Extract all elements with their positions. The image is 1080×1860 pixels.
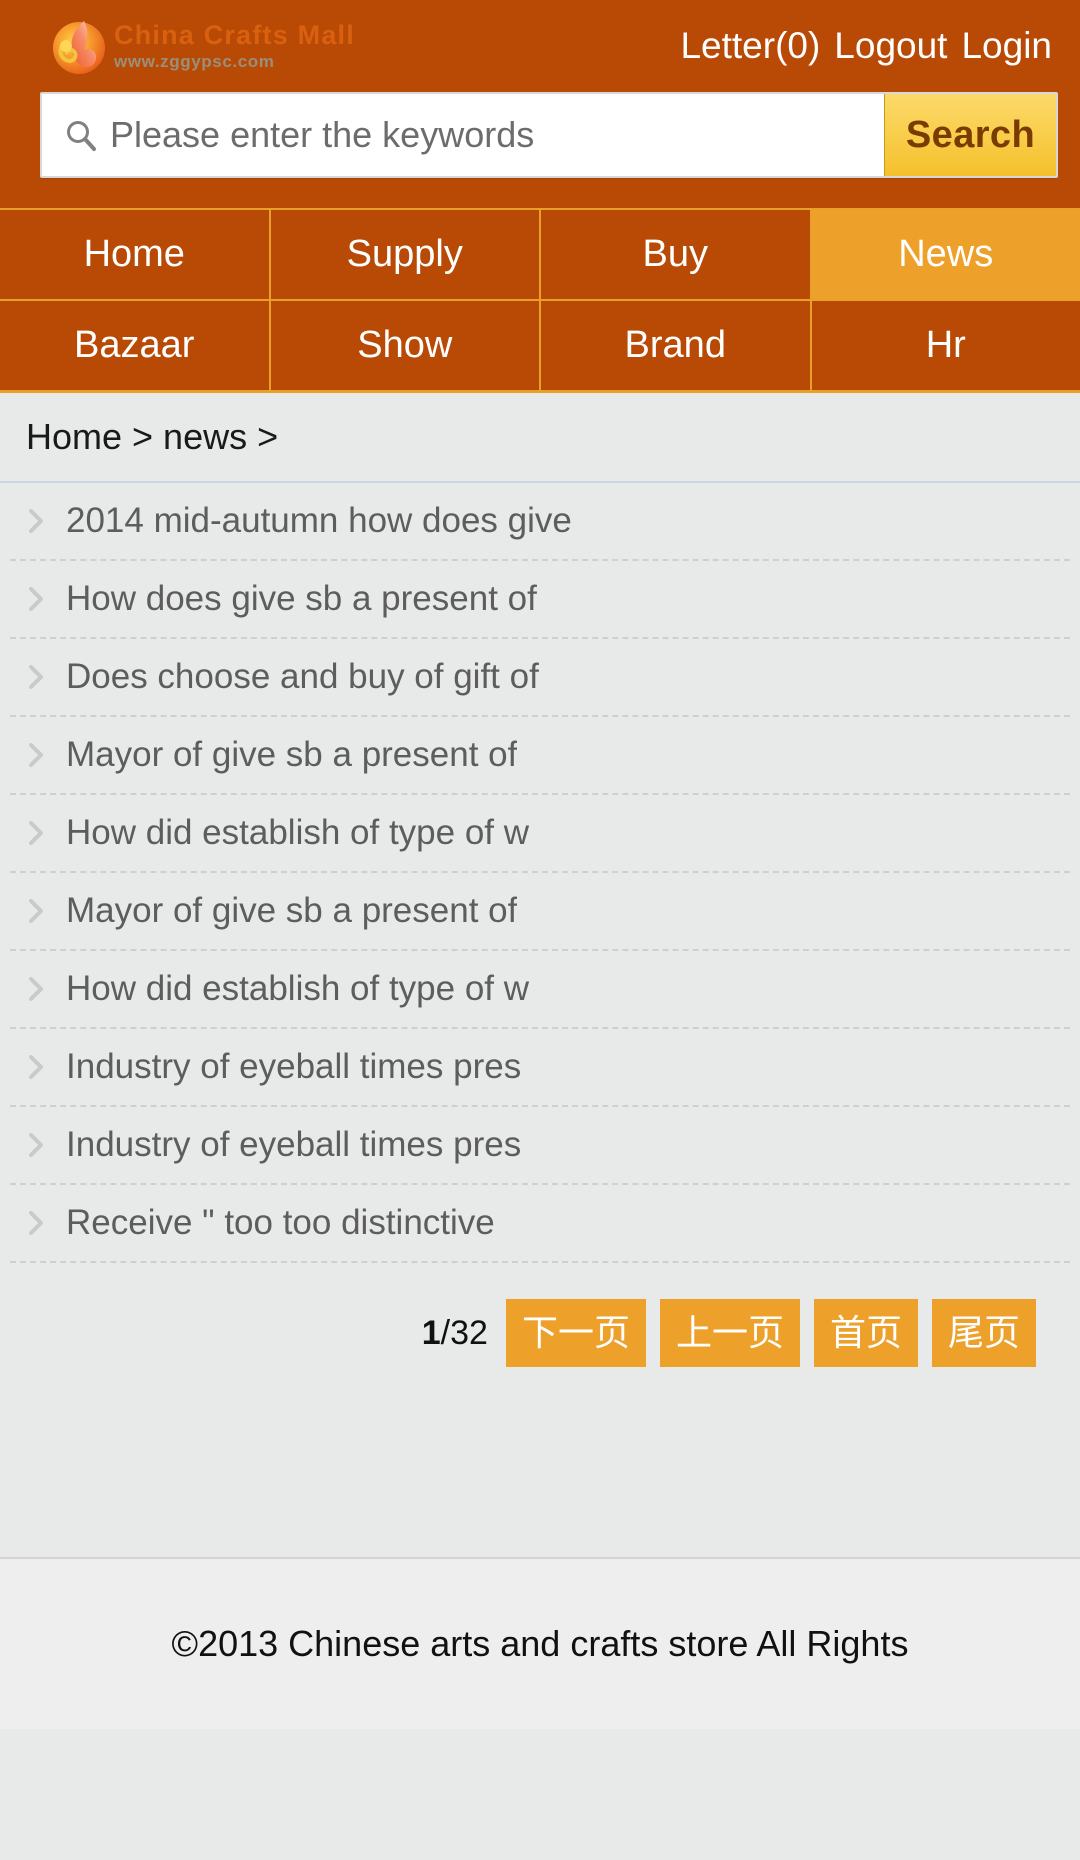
search-field[interactable] [42, 94, 884, 176]
chevron-right-icon [26, 584, 48, 614]
nav-item-brand[interactable]: Brand [541, 301, 810, 390]
list-item[interactable]: How did establish of type of w [10, 795, 1070, 873]
chevron-right-icon [26, 740, 48, 770]
login-link[interactable]: Login [961, 25, 1052, 67]
search-button[interactable]: Search [884, 94, 1056, 176]
list-item[interactable]: Receive " too too distinctive [10, 1185, 1070, 1263]
header-account-links: Letter(0) Logout Login [680, 25, 1052, 67]
main-navigation: Home Supply Buy News Bazaar Show Brand H… [0, 208, 1080, 393]
logout-link[interactable]: Logout [834, 25, 947, 67]
list-item[interactable]: 2014 mid-autumn how does give [10, 483, 1070, 561]
nav-item-home[interactable]: Home [0, 210, 269, 299]
content-spacer [0, 1375, 1080, 1559]
letter-link[interactable]: Letter(0) [680, 25, 820, 67]
nav-item-news[interactable]: News [811, 210, 1080, 299]
list-item[interactable]: How does give sb a present of [10, 561, 1070, 639]
list-item-label: Mayor of give sb a present of [66, 891, 518, 930]
site-header: China Crafts Mall www.zggypsc.com Letter… [0, 0, 1080, 208]
brand-url: www.zggypsc.com [114, 52, 275, 71]
search-input[interactable] [110, 114, 884, 156]
nav-item-buy[interactable]: Buy [541, 210, 810, 299]
list-item-label: Industry of eyeball times pres [66, 1125, 522, 1164]
current-page-number: 1 [421, 1313, 441, 1352]
nav-item-bazaar[interactable]: Bazaar [0, 301, 269, 390]
list-item-label: Industry of eyeball times pres [66, 1047, 522, 1086]
chevron-right-icon [26, 1208, 48, 1238]
list-item-label: Does choose and buy of gift of [66, 657, 539, 696]
list-item[interactable]: Does choose and buy of gift of [10, 639, 1070, 717]
list-item-label: 2014 mid-autumn how does give [66, 501, 572, 540]
total-page-number: 32 [450, 1313, 488, 1352]
chevron-right-icon [26, 896, 48, 926]
list-item[interactable]: Mayor of give sb a present of [10, 717, 1070, 795]
copyright-text: ©2013 Chinese arts and crafts store All … [171, 1623, 909, 1664]
pagination: 1/32 下一页 上一页 首页 尾页 [0, 1263, 1080, 1375]
phoenix-flame-logo-icon [48, 15, 110, 77]
chevron-right-icon [26, 974, 48, 1004]
list-item-label: Receive " too too distinctive [66, 1203, 495, 1242]
list-item[interactable]: How did establish of type of w [10, 951, 1070, 1029]
brand-name: China Crafts Mall [114, 20, 355, 50]
chevron-right-icon [26, 1052, 48, 1082]
chevron-right-icon [26, 1130, 48, 1160]
last-page-button[interactable]: 尾页 [931, 1299, 1036, 1367]
brand-logo[interactable]: China Crafts Mall www.zggypsc.com [48, 10, 355, 82]
list-item[interactable]: Industry of eyeball times pres [10, 1029, 1070, 1107]
next-page-button[interactable]: 下一页 [505, 1299, 646, 1367]
list-item-label: Mayor of give sb a present of [66, 735, 518, 774]
chevron-right-icon [26, 818, 48, 848]
list-item-label: How did establish of type of w [66, 813, 530, 852]
list-item[interactable]: Mayor of give sb a present of [10, 873, 1070, 951]
chevron-right-icon [26, 662, 48, 692]
header-top-bar: China Crafts Mall www.zggypsc.com Letter… [0, 0, 1080, 92]
search-icon [64, 118, 98, 152]
nav-item-show[interactable]: Show [270, 301, 539, 390]
first-page-button[interactable]: 首页 [813, 1299, 918, 1367]
prev-page-button[interactable]: 上一页 [659, 1299, 800, 1367]
page-separator: / [440, 1313, 451, 1352]
list-item[interactable]: Industry of eyeball times pres [10, 1107, 1070, 1185]
list-item-label: How did establish of type of w [66, 969, 530, 1008]
news-list: 2014 mid-autumn how does give How does g… [0, 483, 1080, 1263]
breadcrumb[interactable]: Home > news > [0, 393, 1080, 483]
nav-item-hr[interactable]: Hr [811, 301, 1080, 390]
chevron-right-icon [26, 506, 48, 536]
nav-item-supply[interactable]: Supply [270, 210, 539, 299]
brand-text-block: China Crafts Mall www.zggypsc.com [114, 20, 355, 71]
site-footer: ©2013 Chinese arts and crafts store All … [0, 1559, 1080, 1729]
search-bar: Search [40, 92, 1058, 178]
page-counter: 1/32 [422, 1314, 488, 1353]
list-item-label: How does give sb a present of [66, 579, 537, 618]
